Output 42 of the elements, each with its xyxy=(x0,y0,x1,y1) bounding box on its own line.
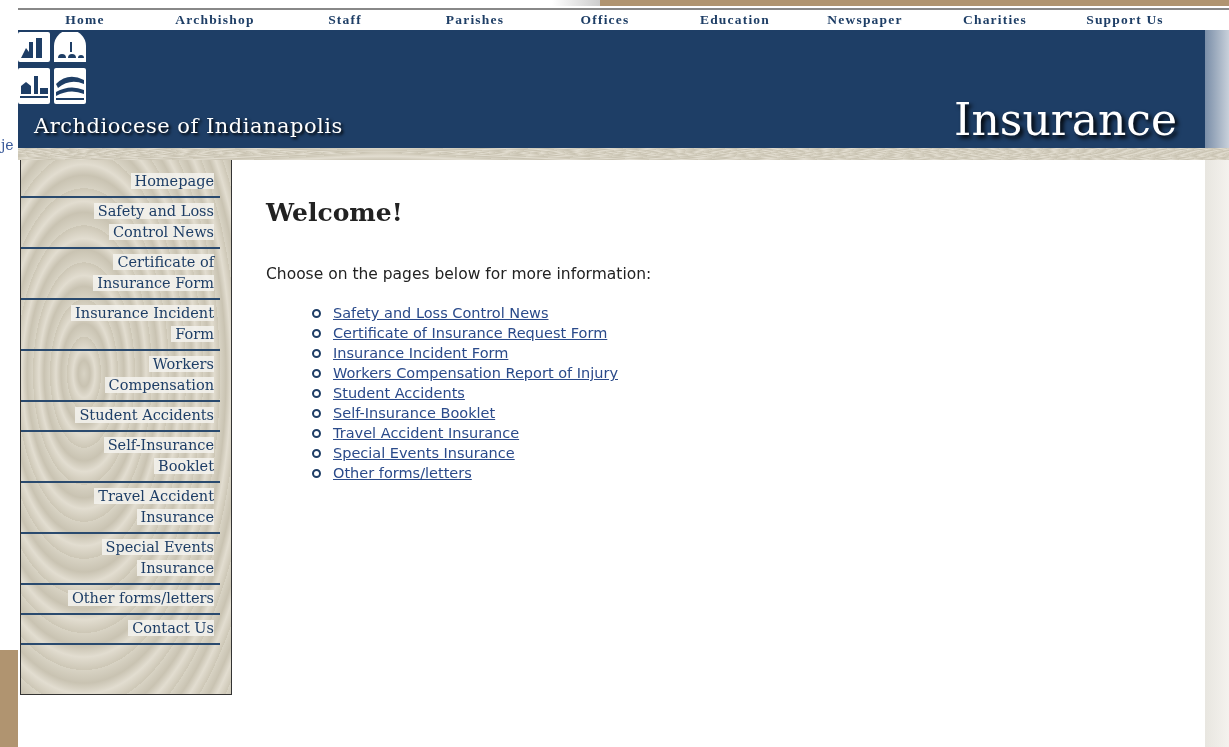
nav-link[interactable]: Offices xyxy=(540,10,670,30)
content-link[interactable]: Special Events Insurance xyxy=(333,443,515,463)
bullet-icon xyxy=(312,308,321,318)
sidebar-link[interactable]: Travel Accident Insurance xyxy=(21,483,220,534)
bullet-icon xyxy=(312,428,321,438)
bullet-icon xyxy=(312,348,321,358)
section-title: Insurance xyxy=(954,94,1177,145)
content-link[interactable]: Self-Insurance Booklet xyxy=(333,403,496,423)
content-link[interactable]: Other forms/letters xyxy=(333,463,472,483)
sidebar-link[interactable]: Homepage xyxy=(21,168,220,198)
content-link[interactable]: Safety and Loss Control News xyxy=(333,303,549,323)
nav-link[interactable]: Parishes xyxy=(410,10,540,30)
nav-link[interactable]: Education xyxy=(670,10,800,30)
sidebar-link[interactable]: Safety and Loss Control News xyxy=(21,198,220,249)
welcome-heading: Welcome! xyxy=(266,198,404,227)
intro-text: Choose on the pages below for more information: xyxy=(266,265,653,283)
bullet-icon xyxy=(312,448,321,458)
sidebar-link[interactable]: Contact Us xyxy=(21,615,220,645)
bullet-icon xyxy=(312,408,321,418)
sidebar-link[interactable]: Special Events Insurance xyxy=(21,534,220,585)
nav-link[interactable]: Archbishop xyxy=(150,10,280,30)
nav-link[interactable]: Home xyxy=(20,10,150,30)
content-link[interactable]: Student Accidents xyxy=(333,383,465,403)
background-text-fragment: je xyxy=(1,138,14,152)
site-name: Archdiocese of Indianapolis xyxy=(34,114,343,138)
nav-link[interactable]: Newspaper xyxy=(800,10,930,30)
bullet-icon xyxy=(312,468,321,478)
content-link[interactable]: Insurance Incident Form xyxy=(333,343,509,363)
sidebar-link[interactable]: Self-Insurance Booklet xyxy=(21,432,220,483)
content-link[interactable]: Travel Accident Insurance xyxy=(333,423,520,443)
sidebar-link[interactable]: Student Accidents xyxy=(21,402,220,432)
sidebar-link[interactable]: Certificate of Insurance Form xyxy=(21,249,220,300)
sidebar-link[interactable]: Workers Compensation xyxy=(21,351,220,402)
bullet-icon xyxy=(312,328,321,338)
nav-link[interactable]: Staff xyxy=(280,10,410,30)
sidebar-link[interactable]: Other forms/letters xyxy=(21,585,220,615)
bullet-icon xyxy=(312,388,321,398)
content-link[interactable]: Workers Compensation Report of Injury xyxy=(333,363,618,383)
bullet-icon xyxy=(312,368,321,378)
content-link[interactable]: Certificate of Insurance Request Form xyxy=(333,323,608,343)
nav-link[interactable]: Charities xyxy=(930,10,1060,30)
nav-link[interactable]: Support Us xyxy=(1060,10,1190,30)
